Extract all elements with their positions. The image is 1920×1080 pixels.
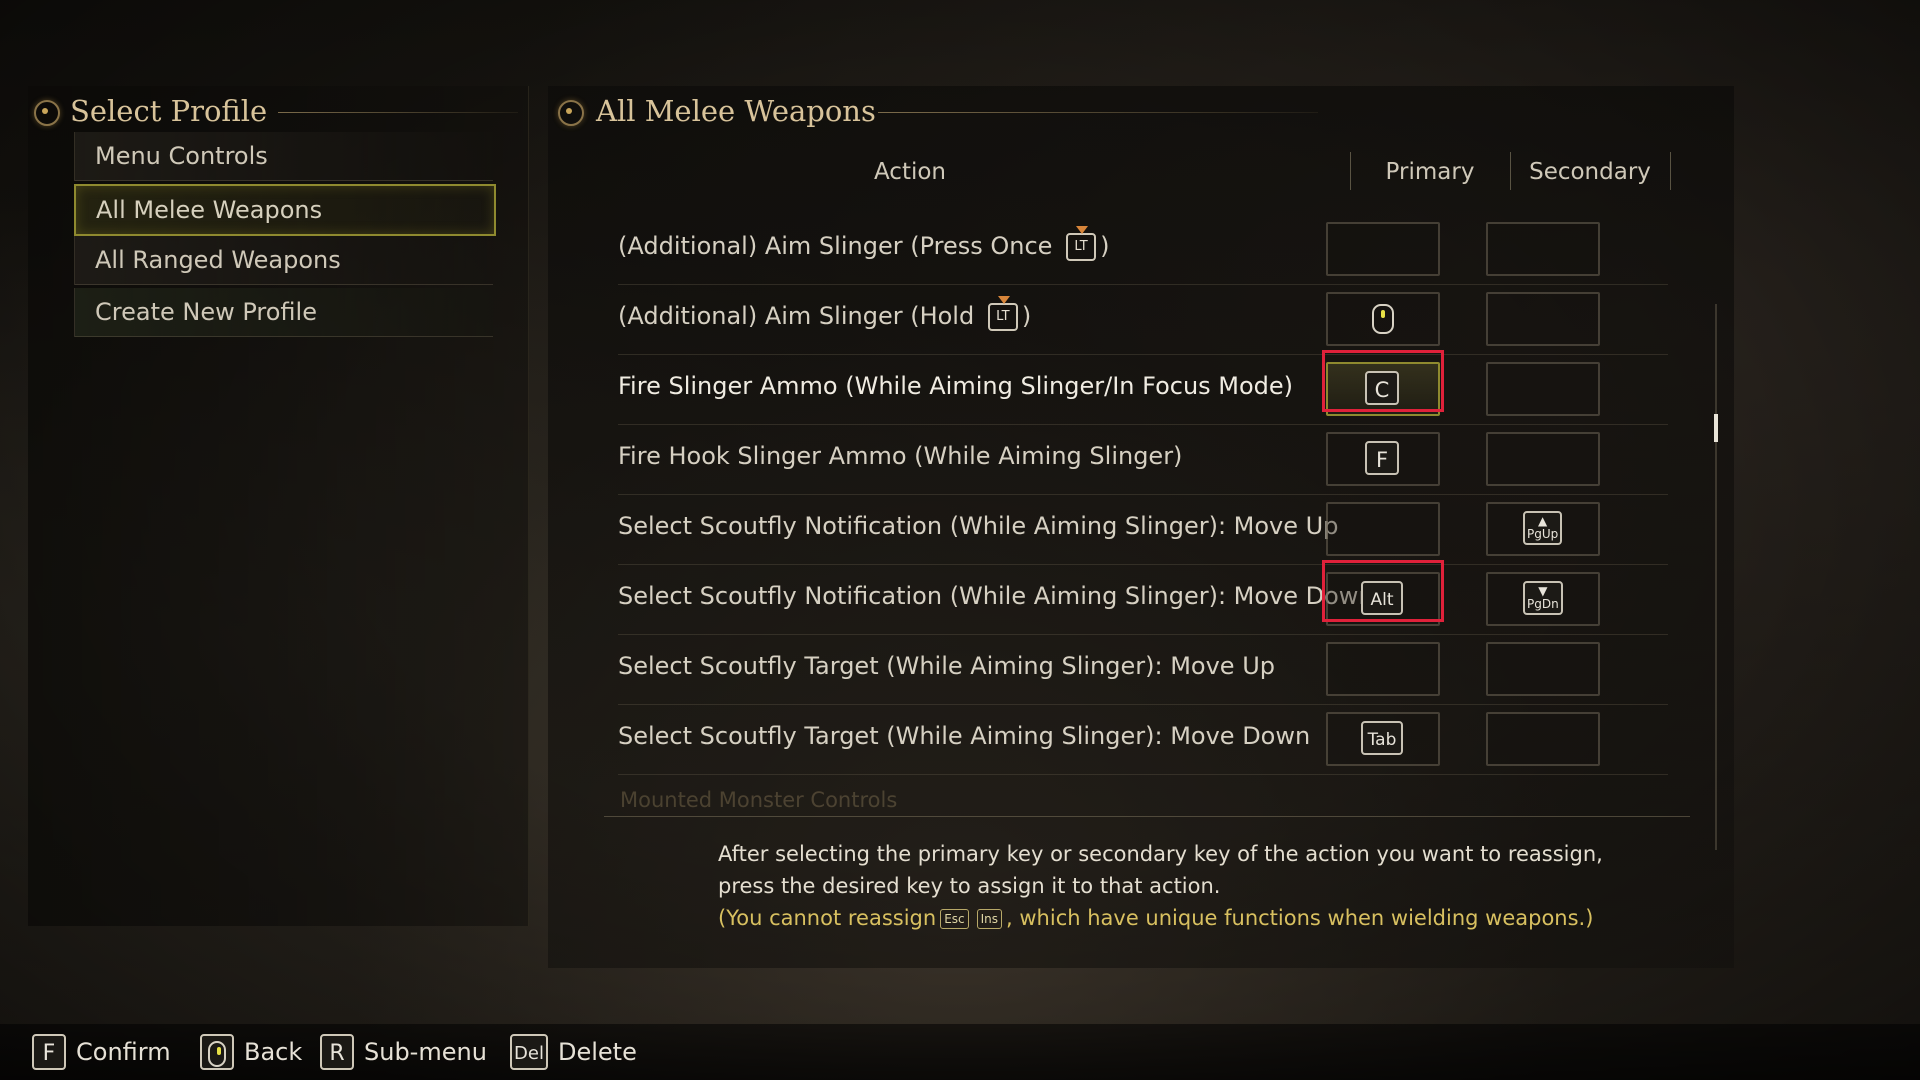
confirm-hint[interactable]: F Confirm [32, 1032, 171, 1072]
down-arrow-icon: ▼ [1538, 584, 1548, 598]
action-label: (Additional) Aim Slinger (Hold LT) [618, 296, 1032, 331]
warning-text: (You cannot reassign [718, 906, 937, 930]
page-up-key: ▲ PgUp [1523, 511, 1563, 545]
help-line-2: press the desired key to assign it to th… [718, 874, 1221, 898]
action-label: Fire Slinger Ammo (While Aiming Slinger/… [618, 372, 1294, 400]
action-label: Select Scoutfly Target (While Aiming Sli… [618, 722, 1311, 750]
binding-row[interactable]: Fire Hook Slinger Ammo (While Aiming Sli… [618, 424, 1668, 495]
warning-text-end: , which have unique functions when wield… [1006, 906, 1594, 930]
binding-row[interactable]: (Additional) Aim Slinger (Press Once LT) [618, 214, 1668, 285]
action-label: (Additional) Aim Slinger (Press Once LT) [618, 226, 1110, 261]
key-cap: R [320, 1034, 354, 1070]
section-header-faded: Mounted Monster Controls [620, 788, 898, 812]
title-divider [878, 112, 1318, 113]
profile-panel: Select Profile Menu Controls All Melee W… [28, 86, 529, 926]
key-cap: Tab [1361, 721, 1403, 755]
lt-trigger-icon: LT [987, 296, 1018, 331]
action-text: (Additional) Aim Slinger (Hold [618, 302, 982, 330]
profile-item-label: Create New Profile [95, 298, 317, 326]
column-header-action: Action [873, 159, 947, 185]
help-line-1: After selecting the primary key or secon… [718, 842, 1603, 866]
scrollbar-track[interactable] [1715, 304, 1717, 850]
control-hints-bar: F Confirm Back R Sub-menu Del Delete [0, 1024, 1920, 1080]
action-text-end: ) [1100, 232, 1110, 260]
profile-item-menu-controls[interactable]: Menu Controls [74, 132, 493, 181]
secondary-key-slot[interactable] [1486, 432, 1600, 486]
ins-key-icon: Ins [976, 909, 1003, 929]
up-arrow-icon: ▲ [1538, 514, 1548, 528]
key-text: PgDn [1527, 597, 1559, 611]
hint-label: Back [244, 1038, 303, 1066]
submenu-hint[interactable]: R Sub-menu [320, 1032, 487, 1072]
primary-key-slot[interactable] [1326, 292, 1440, 346]
key-text: PgUp [1527, 527, 1559, 541]
esc-key-icon: Esc [940, 909, 969, 929]
column-header-primary: Primary [1385, 159, 1475, 185]
column-separator [1670, 152, 1671, 190]
binding-row[interactable]: Select Scoutfly Target (While Aiming Sli… [618, 704, 1668, 775]
secondary-key-slot[interactable] [1486, 292, 1600, 346]
warning-line: (You cannot reassign Esc Ins, which have u… [718, 902, 1618, 934]
primary-key-slot[interactable]: Tab [1326, 712, 1440, 766]
help-divider [604, 816, 1690, 817]
lt-trigger-icon: LT [1066, 226, 1097, 261]
profile-item-label: Menu Controls [95, 142, 268, 170]
key-cap: C [1365, 371, 1399, 405]
primary-key-slot[interactable] [1326, 642, 1440, 696]
page-down-key: ▼ PgDn [1523, 581, 1563, 615]
key-cap: F [1365, 441, 1399, 475]
scrollbar-thumb[interactable] [1714, 414, 1718, 442]
binding-row[interactable]: Select Scoutfly Target (While Aiming Sli… [618, 634, 1668, 705]
profile-item-all-ranged-weapons[interactable]: All Ranged Weapons [74, 236, 493, 285]
secondary-key-slot[interactable] [1486, 642, 1600, 696]
key-cap: F [32, 1034, 66, 1070]
primary-key-slot[interactable]: Alt [1322, 560, 1444, 626]
delete-hint[interactable]: Del Delete [510, 1032, 637, 1072]
primary-key-slot[interactable]: C [1322, 350, 1444, 416]
ornament-icon [558, 100, 584, 126]
action-label: Select Scoutfly Target (While Aiming Sli… [618, 652, 1275, 680]
profile-item-create-new-profile[interactable]: Create New Profile [74, 288, 493, 337]
hint-label: Confirm [76, 1038, 171, 1066]
key-cap: Del [510, 1034, 548, 1070]
secondary-key-slot[interactable] [1486, 362, 1600, 416]
primary-key-slot[interactable] [1326, 222, 1440, 276]
profile-item-label: All Melee Weapons [96, 196, 323, 224]
bindings-panel: All Melee Weapons Action Primary Seconda… [548, 86, 1734, 968]
hint-label: Delete [558, 1038, 637, 1066]
secondary-key-slot[interactable] [1486, 712, 1600, 766]
ornament-icon [34, 100, 60, 126]
binding-row[interactable]: Fire Slinger Ammo (While Aiming Slinger/… [618, 350, 1668, 425]
mouse-icon [1372, 304, 1394, 334]
binding-row[interactable]: Select Scoutfly Notification (While Aimi… [618, 494, 1668, 565]
help-text: After selecting the primary key or secon… [718, 838, 1618, 934]
profile-item-all-melee-weapons[interactable]: All Melee Weapons [74, 184, 496, 236]
back-hint[interactable]: Back [200, 1032, 302, 1072]
column-separator [1350, 152, 1351, 190]
hint-label: Sub-menu [364, 1038, 487, 1066]
action-label: Select Scoutfly Notification (While Aimi… [618, 582, 1374, 610]
action-label: Select Scoutfly Notification (While Aimi… [618, 512, 1339, 540]
binding-row[interactable]: (Additional) Aim Slinger (Hold LT) [618, 284, 1668, 355]
column-separator [1510, 152, 1511, 190]
bindings-panel-title: All Melee Weapons [596, 94, 876, 128]
mouse-glyph [208, 1041, 226, 1067]
secondary-key-slot[interactable]: ▲ PgUp [1486, 502, 1600, 556]
primary-key-slot[interactable]: F [1326, 432, 1440, 486]
action-label: Fire Hook Slinger Ammo (While Aiming Sli… [618, 442, 1183, 470]
primary-key-slot[interactable] [1326, 502, 1440, 556]
secondary-key-slot[interactable] [1486, 222, 1600, 276]
action-text: (Additional) Aim Slinger (Press Once [618, 232, 1061, 260]
secondary-key-slot[interactable]: ▼ PgDn [1486, 572, 1600, 626]
title-divider [278, 112, 518, 113]
profile-item-label: All Ranged Weapons [95, 246, 341, 274]
column-header-secondary: Secondary [1529, 159, 1651, 185]
profile-panel-title: Select Profile [70, 94, 268, 128]
mouse-icon [200, 1034, 234, 1070]
binding-row[interactable]: Select Scoutfly Notification (While Aimi… [618, 560, 1668, 635]
key-cap: Alt [1361, 581, 1403, 615]
action-text-end: ) [1021, 302, 1032, 330]
